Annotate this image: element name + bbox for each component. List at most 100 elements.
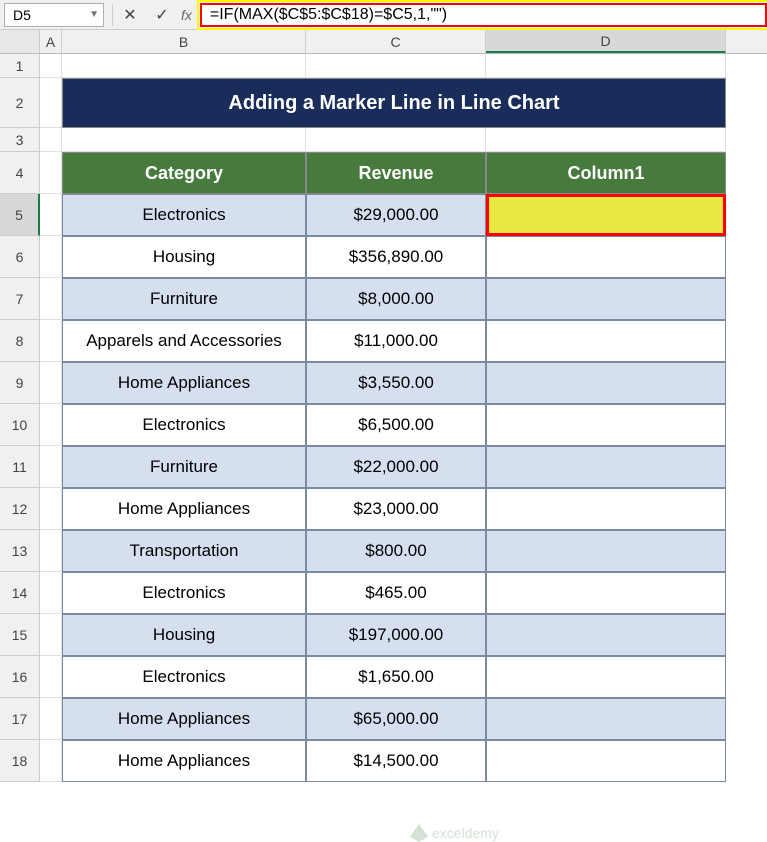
cell-b1[interactable] [62, 54, 306, 78]
cell-c3[interactable] [306, 128, 486, 152]
cell-d3[interactable] [486, 128, 726, 152]
cell-a9[interactable] [40, 362, 62, 404]
cell-a18[interactable] [40, 740, 62, 782]
cell-category[interactable]: Electronics [62, 572, 306, 614]
cell-category[interactable]: Transportation [62, 530, 306, 572]
cell-category[interactable]: Housing [62, 236, 306, 278]
cell-a2[interactable] [40, 78, 62, 128]
cell-revenue[interactable]: $3,550.00 [306, 362, 486, 404]
cell-category[interactable]: Housing [62, 614, 306, 656]
fx-label[interactable]: fx [181, 7, 192, 23]
cell-revenue[interactable]: $8,000.00 [306, 278, 486, 320]
cell-category[interactable]: Home Appliances [62, 698, 306, 740]
cell-column1[interactable] [486, 488, 726, 530]
row-header-14[interactable]: 14 [0, 572, 40, 614]
cell-revenue[interactable]: $1,650.00 [306, 656, 486, 698]
cell-column1[interactable] [486, 362, 726, 404]
row-header-4[interactable]: 4 [0, 152, 40, 194]
cell-category[interactable]: Electronics [62, 404, 306, 446]
cell-column1[interactable] [486, 236, 726, 278]
cell-b3[interactable] [62, 128, 306, 152]
cell-revenue[interactable]: $65,000.00 [306, 698, 486, 740]
cell-revenue[interactable]: $800.00 [306, 530, 486, 572]
cell-column1[interactable] [486, 320, 726, 362]
row-header-13[interactable]: 13 [0, 530, 40, 572]
cancel-icon[interactable]: ✕ [121, 5, 139, 25]
cell-a8[interactable] [40, 320, 62, 362]
cell-revenue[interactable]: $6,500.00 [306, 404, 486, 446]
row-header-16[interactable]: 16 [0, 656, 40, 698]
cell-a14[interactable] [40, 572, 62, 614]
header-revenue[interactable]: Revenue [306, 152, 486, 194]
row-header-5[interactable]: 5 [0, 194, 40, 236]
cell-revenue[interactable]: $356,890.00 [306, 236, 486, 278]
row-header-10[interactable]: 10 [0, 404, 40, 446]
title-cell[interactable]: Adding a Marker Line in Line Chart [62, 78, 726, 128]
cell-category[interactable]: Furniture [62, 446, 306, 488]
header-column1[interactable]: Column1 [486, 152, 726, 194]
cell-revenue[interactable]: $197,000.00 [306, 614, 486, 656]
cell-column1[interactable] [486, 194, 726, 236]
cell-category[interactable]: Home Appliances [62, 362, 306, 404]
cell-a13[interactable] [40, 530, 62, 572]
cell-revenue[interactable]: $22,000.00 [306, 446, 486, 488]
cell-column1[interactable] [486, 698, 726, 740]
col-header-a[interactable]: A [40, 30, 62, 53]
select-all-corner[interactable] [0, 30, 40, 53]
row-header-12[interactable]: 12 [0, 488, 40, 530]
cell-d1[interactable] [486, 54, 726, 78]
row-header-7[interactable]: 7 [0, 278, 40, 320]
cell-category[interactable]: Electronics [62, 656, 306, 698]
cell-a5[interactable] [40, 194, 62, 236]
cell-column1[interactable] [486, 572, 726, 614]
cell-category[interactable]: Electronics [62, 194, 306, 236]
cell-a3[interactable] [40, 128, 62, 152]
cell-a12[interactable] [40, 488, 62, 530]
cell-column1[interactable] [486, 404, 726, 446]
cell-a4[interactable] [40, 152, 62, 194]
row-header-1[interactable]: 1 [0, 54, 40, 78]
cell-revenue[interactable]: $465.00 [306, 572, 486, 614]
cell-a17[interactable] [40, 698, 62, 740]
cell-a7[interactable] [40, 278, 62, 320]
cell-a11[interactable] [40, 446, 62, 488]
cell-a16[interactable] [40, 656, 62, 698]
cell-category[interactable]: Home Appliances [62, 740, 306, 782]
row-header-3[interactable]: 3 [0, 128, 40, 152]
cell-a15[interactable] [40, 614, 62, 656]
cell-a10[interactable] [40, 404, 62, 446]
cell-category[interactable]: Apparels and Accessories [62, 320, 306, 362]
col-header-c[interactable]: C [306, 30, 486, 53]
cell-revenue[interactable]: $14,500.00 [306, 740, 486, 782]
cell-a1[interactable] [40, 54, 62, 78]
cell-revenue[interactable]: $11,000.00 [306, 320, 486, 362]
cell-a6[interactable] [40, 236, 62, 278]
row-header-8[interactable]: 8 [0, 320, 40, 362]
cell-column1[interactable] [486, 278, 726, 320]
cell-column1[interactable] [486, 740, 726, 782]
cell-c1[interactable] [306, 54, 486, 78]
chevron-down-icon[interactable]: ▼ [89, 9, 99, 20]
cell-column1[interactable] [486, 656, 726, 698]
header-category[interactable]: Category [62, 152, 306, 194]
cell-column1[interactable] [486, 446, 726, 488]
row-header-2[interactable]: 2 [0, 78, 40, 128]
cells-area[interactable]: Adding a Marker Line in Line Chart Categ… [40, 54, 767, 782]
cell-revenue[interactable]: $29,000.00 [306, 194, 486, 236]
row-header-15[interactable]: 15 [0, 614, 40, 656]
cell-category[interactable]: Furniture [62, 278, 306, 320]
cell-revenue[interactable]: $23,000.00 [306, 488, 486, 530]
row-header-11[interactable]: 11 [0, 446, 40, 488]
row-header-17[interactable]: 17 [0, 698, 40, 740]
cell-column1[interactable] [486, 614, 726, 656]
row-header-9[interactable]: 9 [0, 362, 40, 404]
row-header-18[interactable]: 18 [0, 740, 40, 782]
col-header-b[interactable]: B [62, 30, 306, 53]
col-header-d[interactable]: D [486, 30, 726, 53]
cell-column1[interactable] [486, 530, 726, 572]
formula-input[interactable]: =IF(MAX($C$5:$C$18)=$C5,1,"") [200, 3, 767, 27]
name-box[interactable]: D5 ▼ [4, 3, 104, 27]
row-header-6[interactable]: 6 [0, 236, 40, 278]
cell-category[interactable]: Home Appliances [62, 488, 306, 530]
enter-icon[interactable]: ✓ [153, 5, 171, 25]
